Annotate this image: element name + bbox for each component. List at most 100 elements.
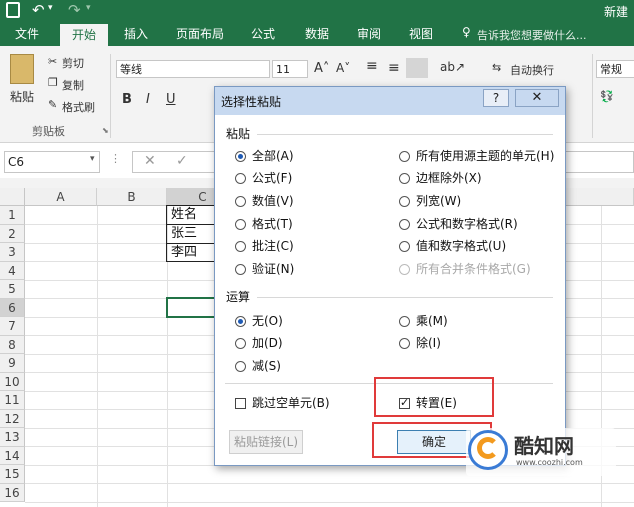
cell-c1[interactable]: 姓名	[167, 206, 217, 224]
copy-icon[interactable]: ❐	[48, 76, 58, 89]
watermark-logo-mark	[477, 437, 499, 459]
bold-button[interactable]: B	[122, 92, 132, 107]
tab-data[interactable]: 数据	[294, 22, 340, 46]
watermark: 酷知网 www.coozhi.com	[466, 428, 616, 476]
cell-c2[interactable]: 张三	[167, 225, 217, 243]
title-bar	[0, 0, 634, 22]
watermark-logo	[468, 430, 508, 470]
dialog-title: 选择性粘贴	[221, 95, 282, 109]
row-header[interactable]: 13	[0, 428, 25, 447]
close-icon[interactable]: ✕	[515, 89, 559, 107]
paste-button[interactable]: 粘贴	[10, 88, 34, 105]
italic-button[interactable]: I	[146, 92, 150, 107]
copy-button[interactable]: 复制	[62, 77, 84, 93]
tab-file[interactable]: 文件	[4, 22, 50, 46]
format-painter-button[interactable]: 格式刷	[62, 99, 95, 115]
radio-op-divide[interactable]: 除(I)	[399, 335, 441, 351]
enter-icon[interactable]: ✓	[176, 153, 188, 169]
tab-formulas[interactable]: 公式	[240, 22, 286, 46]
format-painter-icon[interactable]: ✎	[48, 98, 57, 111]
cancel-icon[interactable]: ✕	[144, 153, 156, 169]
row-header[interactable]: 10	[0, 372, 25, 391]
radio-op-add[interactable]: 加(D)	[235, 335, 283, 351]
radio-paste-formulas[interactable]: 公式(F)	[235, 170, 292, 186]
radio-paste-formulas-numbers[interactable]: 公式和数字格式(R)	[399, 216, 518, 232]
lightbulb-icon: ♀	[462, 25, 471, 39]
align-middle-icon[interactable]: ≡	[388, 60, 400, 76]
more-icon: ⋮	[110, 152, 121, 165]
radio-paste-values-numbers[interactable]: 值和数字格式(U)	[399, 238, 506, 254]
wrap-text-icon[interactable]: ⇆	[492, 61, 501, 74]
row-header[interactable]: 4	[0, 261, 25, 280]
grow-font-icon[interactable]: A˄	[314, 61, 329, 76]
watermark-url: www.coozhi.com	[516, 458, 583, 467]
radio-op-none[interactable]: 无(O)	[235, 313, 283, 329]
row-header[interactable]: 12	[0, 409, 25, 428]
radio-paste-column-widths[interactable]: 列宽(W)	[399, 193, 461, 209]
tab-page-layout[interactable]: 页面布局	[170, 22, 230, 46]
redo-icon[interactable]: ↷	[68, 1, 81, 19]
radio-op-subtract[interactable]: 减(S)	[235, 358, 281, 374]
select-all-button[interactable]	[0, 188, 25, 206]
checkbox-skip-blanks[interactable]: 跳过空单元(B)	[235, 395, 330, 411]
row-header-active[interactable]: 6	[0, 298, 25, 317]
radio-paste-values[interactable]: 数值(V)	[235, 193, 294, 209]
help-button[interactable]: ?	[483, 89, 509, 107]
row-header[interactable]: 1	[0, 206, 25, 225]
group-divider	[110, 54, 111, 138]
radio-paste-all[interactable]: 全部(A)	[235, 148, 294, 164]
chevron-down-icon[interactable]: ▾	[86, 3, 91, 13]
gridline	[25, 483, 634, 484]
cell-c3[interactable]: 李四	[167, 244, 217, 262]
chevron-down-icon[interactable]: ▾	[48, 3, 53, 13]
radio-paste-validation[interactable]: 验证(N)	[235, 261, 294, 277]
scissors-icon[interactable]: ✂	[48, 55, 57, 68]
dialog-launcher-icon[interactable]: ⬊	[102, 126, 109, 135]
orientation-icon[interactable]: ab↗	[440, 60, 465, 74]
radio-paste-formats[interactable]: 格式(T)	[235, 216, 293, 232]
gridline	[97, 206, 98, 507]
paste-section-label: 粘贴	[226, 127, 251, 141]
tell-me-box[interactable]: 告诉我您想要做什么...	[477, 27, 587, 43]
radio-op-multiply[interactable]: 乘(M)	[399, 313, 448, 329]
cut-button[interactable]: 剪切	[62, 55, 84, 71]
highlight-transpose	[374, 377, 494, 417]
row-header[interactable]: 14	[0, 446, 25, 465]
radio-paste-except-borders[interactable]: 边框除外(X)	[399, 170, 482, 186]
shrink-font-icon[interactable]: A˅	[336, 61, 350, 75]
row-header[interactable]: 16	[0, 483, 25, 502]
font-size-select[interactable]: 11	[272, 60, 308, 78]
row-header[interactable]: 9	[0, 354, 25, 373]
row-header[interactable]: 8	[0, 335, 25, 354]
paste-icon[interactable]	[10, 54, 34, 84]
column-header-a[interactable]: A	[25, 188, 97, 206]
tab-review[interactable]: 审阅	[346, 22, 392, 46]
font-name-select[interactable]: 等线	[116, 60, 270, 78]
clipboard-group-label: 剪贴板	[32, 125, 65, 138]
tab-insert[interactable]: 插入	[114, 22, 158, 46]
radio-paste-source-theme[interactable]: 所有使用源主题的单元(H)	[399, 148, 554, 164]
column-header-b[interactable]: B	[97, 188, 167, 206]
row-header[interactable]: 3	[0, 243, 25, 262]
wrap-text-button[interactable]: 自动换行	[510, 62, 554, 78]
chevron-down-icon[interactable]: ▾	[90, 154, 95, 164]
number-format-select[interactable]: 常规	[596, 60, 634, 78]
row-header[interactable]: 7	[0, 317, 25, 336]
radio-paste-comments[interactable]: 批注(C)	[235, 238, 294, 254]
column-header[interactable]	[566, 188, 634, 206]
align-top-icon[interactable]: ≡	[366, 58, 378, 74]
save-icon[interactable]	[6, 2, 20, 18]
row-header[interactable]: 11	[0, 391, 25, 410]
section-divider	[257, 297, 553, 298]
underline-button[interactable]: U	[166, 92, 176, 107]
window-title: 新建	[604, 5, 629, 19]
align-bottom-button[interactable]	[406, 58, 428, 78]
currency-icon[interactable]: 💱	[600, 90, 614, 103]
row-header[interactable]: 15	[0, 465, 25, 484]
tab-home[interactable]: 开始	[60, 24, 108, 46]
row-header[interactable]: 2	[0, 224, 25, 243]
tab-view[interactable]: 视图	[398, 22, 444, 46]
row-header[interactable]: 5	[0, 280, 25, 299]
name-box[interactable]: C6	[4, 151, 100, 173]
undo-icon[interactable]: ↶	[32, 1, 45, 19]
